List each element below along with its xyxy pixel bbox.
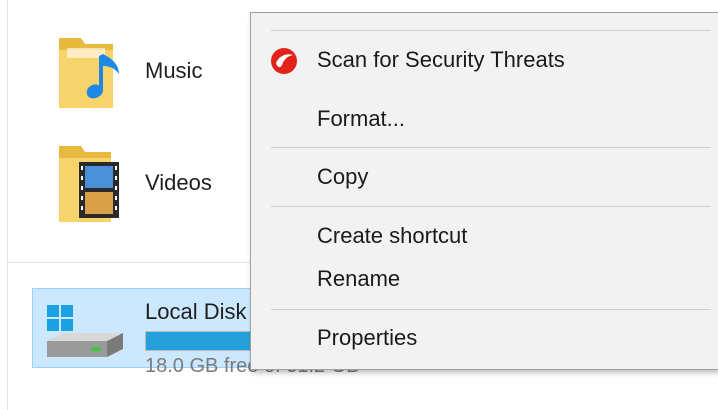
menu-label-create-shortcut: Create shortcut	[317, 223, 468, 248]
trend-micro-icon	[270, 47, 298, 75]
folder-item-music[interactable]: Music	[45, 28, 265, 118]
section-divider	[8, 262, 258, 263]
menu-separator	[271, 206, 711, 207]
folder-item-videos[interactable]: Videos	[45, 138, 265, 228]
context-menu: Scan for Security Threats Format... Copy…	[250, 12, 718, 370]
menu-separator	[271, 30, 711, 31]
hard-drive-icon	[43, 305, 133, 365]
menu-item-properties[interactable]: Properties	[253, 320, 715, 356]
menu-item-create-shortcut[interactable]: Create shortcut	[253, 218, 715, 254]
music-folder-icon	[53, 28, 133, 113]
menu-label-format: Format...	[317, 106, 406, 131]
menu-label-copy: Copy	[317, 164, 369, 189]
folder-label-music: Music	[145, 58, 203, 83]
file-explorer-pane: Music Videos Local Disk 18.0 GB free Sca…	[0, 0, 718, 410]
menu-item-scan-security[interactable]: Scan for Security Threats	[253, 42, 715, 78]
folder-label-videos: Videos	[145, 170, 212, 195]
menu-item-rename[interactable]: Rename	[253, 261, 715, 297]
drive-label: Local Disk	[145, 299, 247, 324]
menu-label-properties: Properties	[317, 325, 418, 350]
pane-left-border	[7, 0, 8, 410]
videos-folder-icon	[53, 138, 133, 223]
menu-item-format[interactable]: Format...	[253, 101, 715, 137]
menu-label-rename: Rename	[317, 266, 401, 291]
menu-item-copy[interactable]: Copy	[253, 159, 715, 195]
menu-separator	[271, 309, 711, 310]
menu-label-scan-security: Scan for Security Threats	[317, 47, 565, 72]
menu-separator	[271, 147, 711, 148]
